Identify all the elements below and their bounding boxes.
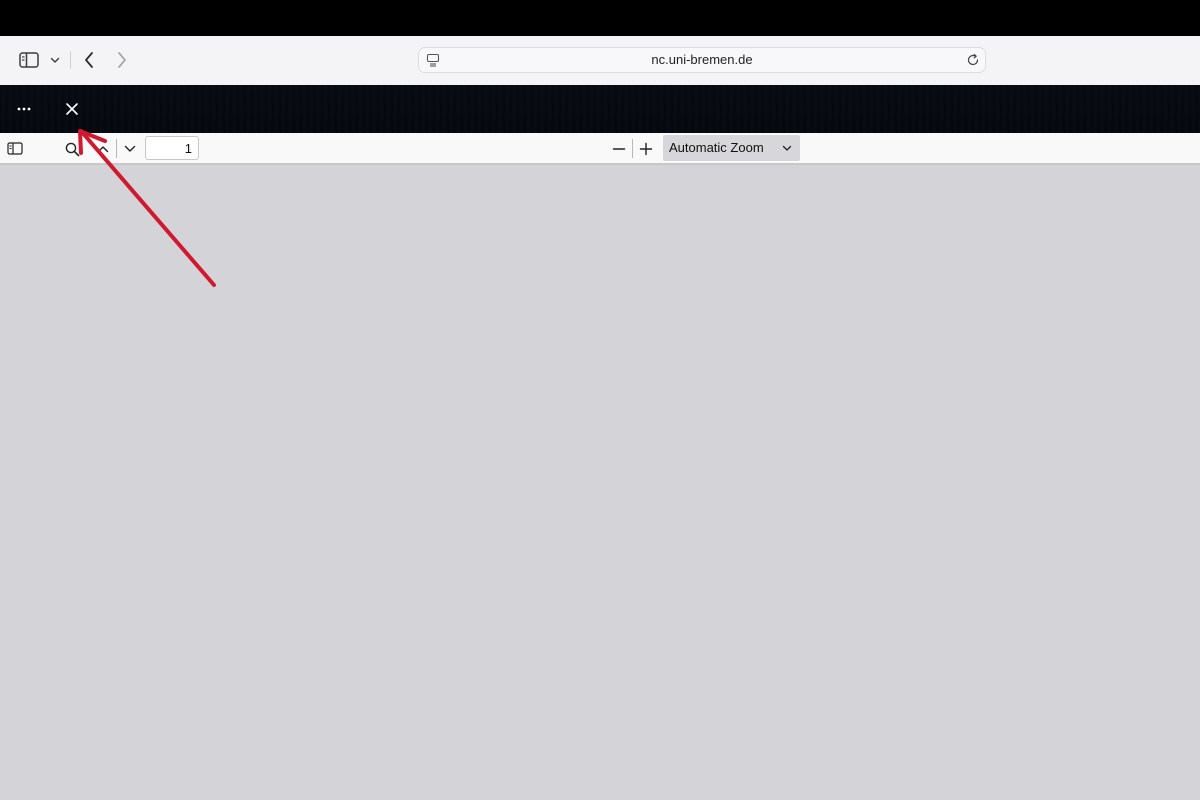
viewer-header — [0, 85, 1200, 133]
zoom-select-label: Automatic Zoom — [669, 140, 764, 155]
address-bar[interactable]: nc.uni-bremen.de — [418, 47, 986, 73]
screen-top-bar — [0, 0, 1200, 36]
search-icon[interactable] — [62, 139, 82, 159]
toolbar-divider — [116, 139, 117, 158]
browser-toolbar: nc.uni-bremen.de — [0, 36, 1200, 85]
reload-icon[interactable] — [965, 52, 981, 68]
more-icon[interactable] — [10, 99, 38, 119]
toolbar-divider — [70, 51, 71, 69]
toolbar-divider — [632, 139, 633, 158]
pdf-viewer-area[interactable] — [0, 165, 1200, 800]
chevron-down-icon[interactable] — [47, 52, 63, 68]
zoom-select[interactable]: Automatic Zoom — [663, 135, 800, 161]
chevron-up-icon[interactable] — [94, 139, 112, 159]
sidebar-toggle-icon[interactable] — [18, 50, 40, 70]
header-background — [0, 85, 1200, 133]
page-number-input[interactable] — [145, 136, 199, 160]
chevron-down-icon[interactable] — [120, 139, 140, 159]
sidebar-toggle-icon[interactable] — [5, 139, 25, 157]
chevron-right-icon[interactable] — [111, 49, 133, 71]
close-icon[interactable] — [60, 97, 84, 121]
minus-icon[interactable] — [609, 139, 629, 159]
chevron-down-icon — [782, 135, 792, 161]
plus-icon[interactable] — [636, 139, 656, 159]
chevron-left-icon[interactable] — [78, 49, 100, 71]
url-text[interactable]: nc.uni-bremen.de — [419, 48, 985, 72]
pdf-toolbar: Automatic Zoom — [0, 133, 1200, 165]
